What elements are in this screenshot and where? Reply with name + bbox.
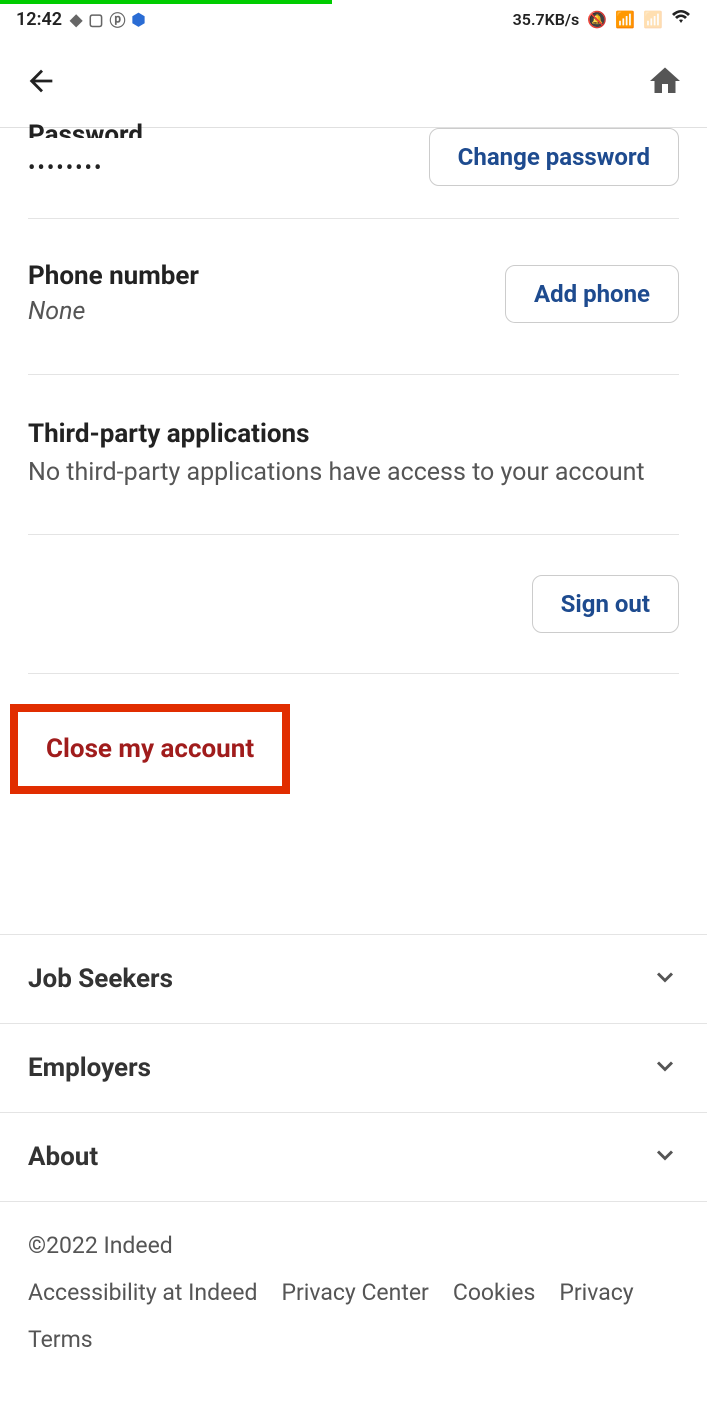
footer-row-employers[interactable]: Employers (0, 1024, 707, 1113)
bolt-icon: ◆ (70, 10, 82, 29)
third-party-title: Third-party applications (28, 419, 679, 449)
spacer (28, 794, 679, 934)
change-password-button[interactable]: Change password (429, 128, 679, 186)
link-privacy-center[interactable]: Privacy Center (281, 1279, 428, 1306)
password-label: Password (28, 120, 143, 138)
chevron-down-icon (651, 1052, 679, 1084)
app-header (0, 38, 707, 128)
footer-row-about[interactable]: About (0, 1113, 707, 1202)
chevron-down-icon (651, 963, 679, 995)
app-icon: ▢ (88, 10, 103, 29)
home-button[interactable] (647, 63, 683, 103)
close-account-button[interactable]: Close my account (46, 734, 254, 764)
app-icon-2: ⬢ (132, 10, 146, 29)
pinterest-icon: ⓟ (109, 7, 125, 31)
phone-section: Phone number None Add phone (28, 219, 679, 375)
close-account-section: Close my account (10, 704, 679, 794)
loading-indicator (0, 0, 332, 4)
link-privacy[interactable]: Privacy (559, 1279, 633, 1306)
back-button[interactable] (24, 64, 58, 102)
third-party-desc: No third-party applications have access … (28, 455, 679, 490)
signal-icon-2: 📶 (643, 10, 663, 29)
link-accessibility[interactable]: Accessibility at Indeed (28, 1279, 257, 1306)
phone-label: Phone number (28, 261, 199, 291)
phone-value: None (28, 297, 199, 326)
status-bar: 12:42 ◆ ▢ ⓟ ⬢ 35.7KB/s 🔕 📶 📶 (0, 0, 707, 38)
add-phone-button[interactable]: Add phone (505, 265, 679, 323)
network-speed: 35.7KB/s (513, 10, 580, 29)
footer-legal: ©2022 Indeed Accessibility at Indeed Pri… (0, 1202, 707, 1383)
link-terms[interactable]: Terms (28, 1326, 93, 1353)
footer-row-job-seekers[interactable]: Job Seekers (0, 935, 707, 1024)
third-party-section: Third-party applications No third-party … (28, 375, 679, 535)
footer: Job Seekers Employers About ©2022 Indeed… (0, 934, 707, 1383)
signout-section: Sign out (28, 535, 679, 674)
wifi-icon (671, 9, 691, 29)
main-content: Password •••••••• Change password Phone … (0, 128, 707, 934)
copyright: ©2022 Indeed (28, 1232, 679, 1259)
notification-off-icon: 🔕 (587, 10, 607, 29)
link-cookies[interactable]: Cookies (453, 1279, 536, 1306)
footer-label: About (28, 1142, 98, 1172)
password-masked: •••••••• (28, 156, 143, 181)
chevron-down-icon (651, 1141, 679, 1173)
clock: 12:42 (16, 9, 62, 30)
password-section: Password •••••••• Change password (28, 128, 679, 219)
footer-label: Job Seekers (28, 964, 173, 994)
close-account-highlight: Close my account (10, 704, 290, 794)
footer-label: Employers (28, 1053, 151, 1083)
signal-icon: 📶 (615, 10, 635, 29)
sign-out-button[interactable]: Sign out (532, 575, 679, 633)
